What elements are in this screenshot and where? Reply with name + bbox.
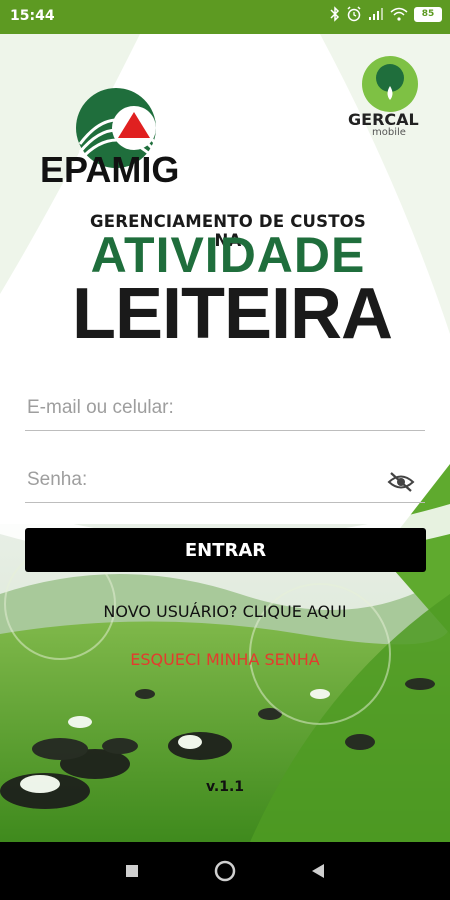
wifi-icon bbox=[390, 7, 408, 21]
status-time: 15:44 bbox=[10, 8, 55, 24]
password-input[interactable] bbox=[25, 468, 389, 492]
alarm-icon bbox=[347, 6, 361, 22]
gercal-subtitle: mobile bbox=[372, 127, 406, 138]
eye-off-icon[interactable] bbox=[387, 470, 415, 494]
password-field bbox=[25, 462, 425, 503]
home-button[interactable] bbox=[195, 842, 255, 900]
bluetooth-icon bbox=[330, 6, 340, 22]
app-title-line3: LEITEIRA bbox=[72, 274, 393, 354]
email-field bbox=[25, 390, 425, 431]
navigation-bar bbox=[0, 842, 450, 900]
email-input[interactable] bbox=[25, 396, 389, 420]
back-button[interactable] bbox=[288, 842, 348, 900]
forgot-password-link[interactable]: ESQUECI MINHA SENHA bbox=[0, 650, 450, 669]
new-user-link[interactable]: NOVO USUÁRIO? CLIQUE AQUI bbox=[0, 602, 450, 621]
gercal-logo bbox=[362, 56, 418, 112]
epamig-wordmark: EPAMIG bbox=[40, 149, 180, 190]
recents-button[interactable] bbox=[102, 842, 162, 900]
signal-icon bbox=[369, 8, 383, 20]
battery-icon: 85 bbox=[414, 6, 442, 22]
status-bar: 15:44 85 bbox=[0, 0, 450, 34]
status-icons: 85 bbox=[330, 6, 442, 22]
login-screen: EPAMIG GERCAL mobile GERENCIAMENTO DE CU… bbox=[0, 34, 450, 842]
version-label: v.1.1 bbox=[205, 779, 245, 795]
enter-button[interactable]: ENTRAR bbox=[25, 528, 426, 572]
